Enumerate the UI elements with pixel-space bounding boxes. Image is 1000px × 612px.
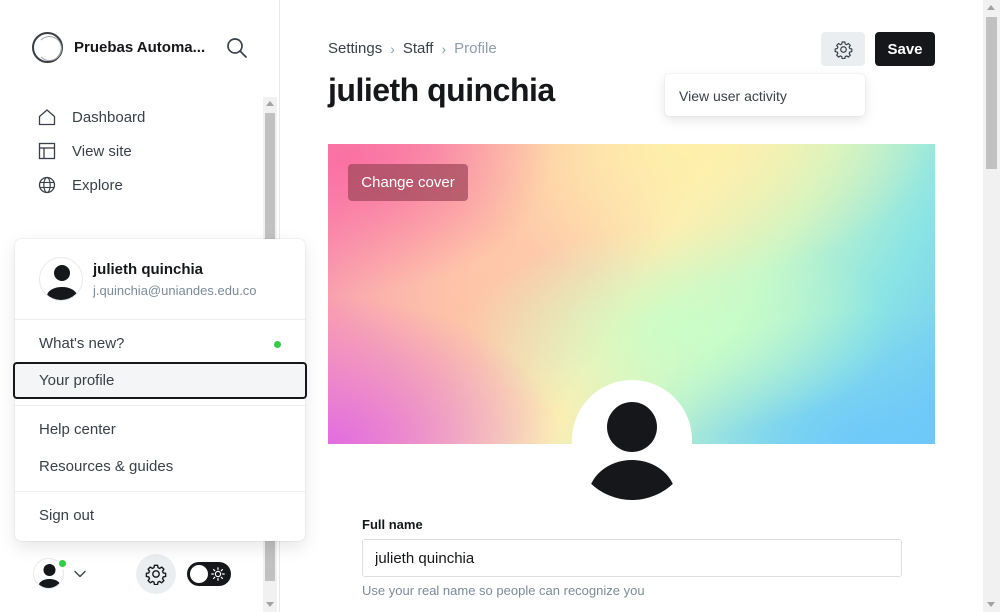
scroll-down-arrow-icon[interactable] [987,602,995,607]
search-icon[interactable] [226,37,248,59]
toggle-knob [190,565,208,583]
menu-item-label: Help center [39,421,116,438]
sidebar-item-dashboard[interactable]: Dashboard [38,100,145,134]
scrollbar-thumb[interactable] [986,17,997,169]
page-title: julieth quinchia [328,72,555,108]
menu-item-label: Resources & guides [39,458,174,475]
menu-item-sign-out[interactable]: Sign out [15,497,305,534]
sidebar-item-view-site[interactable]: View site [38,134,145,168]
menu-item-whats-new[interactable]: What's new? [15,325,305,362]
breadcrumb-separator-icon: › [441,40,447,57]
globe-icon [38,176,56,194]
menu-divider [15,491,305,492]
user-menu-header: julieth quinchia j.quinchia@uniandes.edu… [15,239,305,320]
user-actions-dropdown: View user activity [665,74,865,116]
menu-item-label: Your profile [39,372,115,389]
profile-picture[interactable] [572,380,692,500]
sun-icon [211,567,225,581]
page-scrollbar[interactable] [983,0,1000,612]
breadcrumb-separator-icon: › [390,40,395,57]
sidebar-item-label: Explore [72,176,123,194]
menu-item-resources-guides[interactable]: Resources & guides [15,448,305,485]
new-indicator-dot [274,341,281,348]
save-button[interactable]: Save [875,32,935,66]
user-email: j.quinchia@uniandes.edu.co [93,283,257,298]
user-menu-popup: julieth quinchia j.quinchia@uniandes.edu… [13,239,307,541]
sidebar-item-label: Dashboard [72,108,146,126]
breadcrumb-profile: Profile [454,40,497,57]
scroll-up-arrow-icon[interactable] [266,101,274,106]
brand-logo-icon [32,32,63,63]
scroll-down-arrow-icon[interactable] [266,602,274,607]
menu-item-label: What's new? [39,335,125,352]
menu-item-your-profile[interactable]: Your profile [13,362,307,399]
sidebar-item-explore[interactable]: Explore [38,168,145,202]
gear-icon [145,564,167,585]
online-status-dot [57,558,68,569]
change-cover-button[interactable]: Change cover [348,164,468,201]
menu-item-help-center[interactable]: Help center [15,411,305,448]
sidebar-nav: Dashboard View site Explore [38,100,145,202]
user-actions-button[interactable] [821,32,865,66]
full-name-hint: Use your real name so people can recogni… [362,583,645,598]
menu-item-label: Sign out [39,507,95,524]
user-avatar-icon [588,402,676,500]
brand-name: Pruebas Automa... [74,39,206,56]
chevron-down-icon[interactable] [73,567,87,581]
avatar [39,257,83,301]
menu-divider [15,405,305,406]
settings-button[interactable] [136,554,176,594]
view-user-activity-option[interactable]: View user activity [679,88,787,104]
full-name-input[interactable] [362,539,902,577]
layout-icon [38,142,56,160]
user-avatar-icon [47,265,77,300]
full-name-label: Full name [362,517,423,532]
breadcrumb: Settings › Staff › Profile [328,40,497,57]
breadcrumb-settings[interactable]: Settings [328,40,382,57]
brand[interactable]: Pruebas Automa... [32,32,205,63]
user-name: julieth quinchia [93,261,204,278]
home-icon [38,109,56,126]
dark-mode-toggle[interactable] [187,562,231,586]
breadcrumb-staff[interactable]: Staff [403,40,434,57]
sidebar-item-label: View site [72,142,132,160]
gear-icon [834,40,852,59]
scroll-up-arrow-icon[interactable] [987,5,995,10]
